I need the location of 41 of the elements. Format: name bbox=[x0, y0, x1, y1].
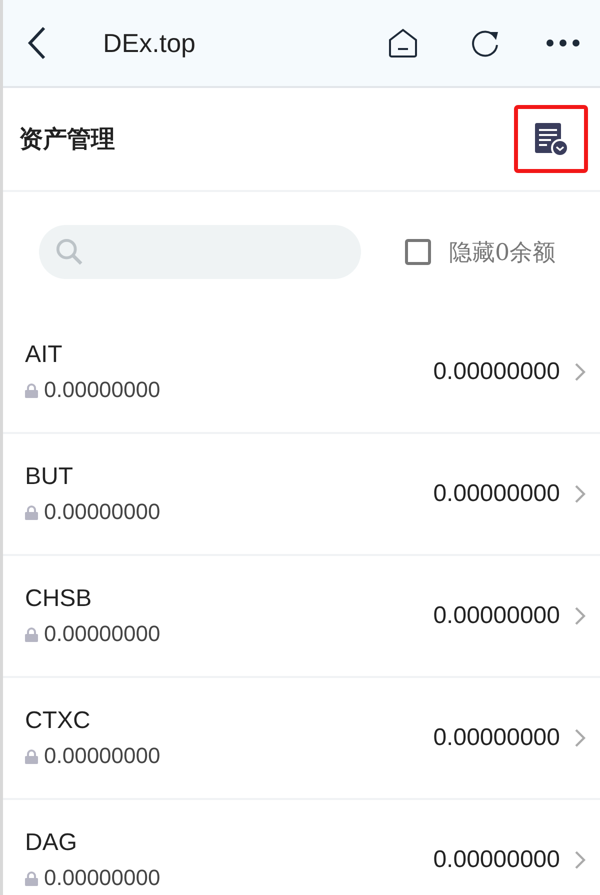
chevron-right-icon bbox=[574, 362, 586, 382]
lock-icon bbox=[25, 382, 38, 398]
asset-row[interactable]: BUT 0.00000000 0.00000000 bbox=[3, 434, 600, 556]
back-button[interactable] bbox=[27, 26, 47, 60]
lock-icon bbox=[25, 870, 38, 886]
locked-amount: 0.00000000 bbox=[44, 621, 160, 647]
asset-symbol: DAG bbox=[25, 829, 78, 857]
asset-row[interactable]: DAG 0.00000000 0.00000000 bbox=[3, 800, 600, 895]
asset-balance: 0.00000000 bbox=[433, 724, 560, 752]
document-icon bbox=[534, 122, 568, 156]
locked-amount: 0.00000000 bbox=[44, 865, 160, 891]
home-button[interactable] bbox=[388, 28, 418, 58]
locked-amount: 0.00000000 bbox=[44, 377, 160, 403]
asset-symbol: CHSB bbox=[25, 585, 93, 613]
refresh-button[interactable] bbox=[470, 28, 500, 58]
search-icon bbox=[55, 237, 84, 267]
chevron-right-icon bbox=[574, 728, 586, 748]
asset-row[interactable]: AIT 0.00000000 0.00000000 bbox=[3, 312, 600, 434]
asset-balance: 0.00000000 bbox=[433, 846, 560, 874]
locked-amount: 0.00000000 bbox=[44, 743, 160, 769]
locked-amount: 0.00000000 bbox=[44, 499, 160, 525]
lock-icon bbox=[25, 504, 38, 520]
chevron-right-icon bbox=[574, 850, 586, 870]
asset-balance: 0.00000000 bbox=[433, 602, 560, 630]
section-title: 资产管理 bbox=[19, 123, 115, 155]
asset-row[interactable]: CTXC 0.00000000 0.00000000 bbox=[3, 678, 600, 800]
asset-row[interactable]: CHSB 0.00000000 0.00000000 bbox=[3, 556, 600, 678]
lock-icon bbox=[25, 626, 38, 642]
asset-balance: 0.00000000 bbox=[433, 358, 560, 386]
asset-symbol: BUT bbox=[25, 463, 74, 491]
chevron-right-icon bbox=[574, 484, 586, 504]
asset-symbol: CTXC bbox=[25, 707, 92, 735]
checkbox-label: 隐藏0余额 bbox=[449, 238, 556, 268]
more-button[interactable] bbox=[546, 39, 580, 47]
chevron-right-icon bbox=[574, 606, 586, 626]
asset-symbol: AIT bbox=[25, 341, 64, 369]
page-title: DEx.top bbox=[103, 28, 196, 58]
asset-balance: 0.00000000 bbox=[433, 480, 560, 508]
checkbox[interactable] bbox=[405, 239, 431, 265]
lock-icon bbox=[25, 748, 38, 764]
records-button[interactable] bbox=[514, 105, 588, 173]
